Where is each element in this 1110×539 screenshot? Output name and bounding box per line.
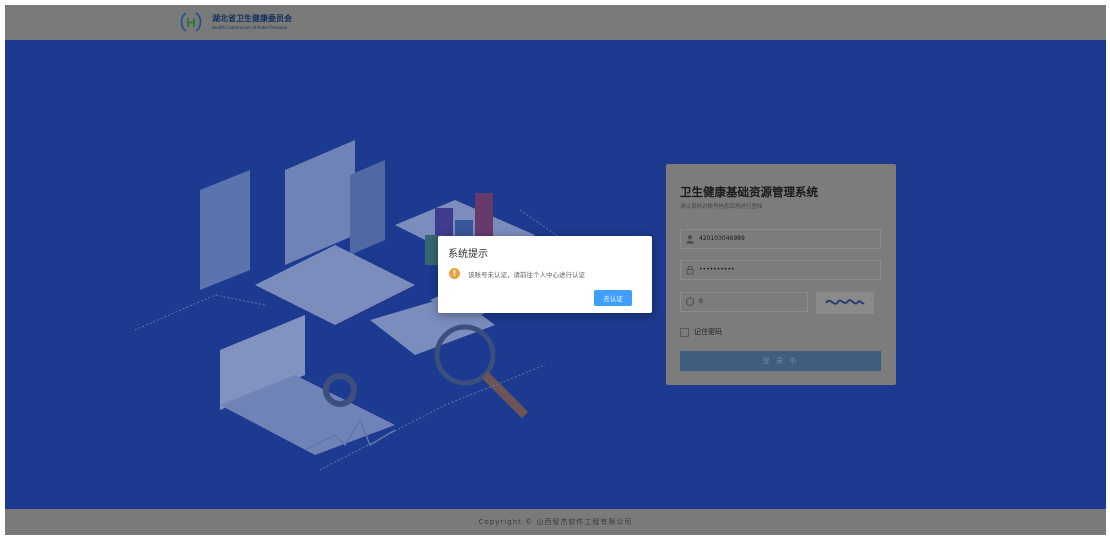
- login-subtitle: 请认真核对账号信息后再进行登陆: [680, 204, 763, 210]
- remember-password[interactable]: 记住密码: [680, 327, 722, 337]
- login-card: 卫生健康基础资源管理系统 请认真核对账号信息后再进行登陆 42010304698…: [666, 164, 896, 385]
- logo-chinese-name: 湖北省卫生健康委员会: [212, 14, 292, 23]
- username-field[interactable]: 420103046989: [680, 229, 881, 249]
- logo-emblem-icon: [180, 12, 202, 32]
- captcha-field[interactable]: 0: [680, 292, 808, 312]
- login-button[interactable]: 登 录 中: [680, 351, 881, 371]
- captcha-image[interactable]: [816, 292, 874, 314]
- shield-icon: [686, 297, 694, 307]
- remember-label: 记住密码: [694, 328, 722, 336]
- copyright-text: Copyright © 山西智杰软件工程有限公司: [478, 518, 633, 526]
- go-verify-button[interactable]: 去认证: [594, 290, 632, 306]
- warning-icon: !: [449, 268, 460, 279]
- password-value: ••••••••••: [699, 266, 735, 273]
- password-field[interactable]: ••••••••••: [680, 260, 881, 280]
- logo-english-name: Health Commission of Hubei Province: [212, 25, 288, 30]
- header-bar: 湖北省卫生健康委员会 Health Commission of Hubei Pr…: [5, 5, 1106, 40]
- captcha-value: 0: [699, 298, 703, 305]
- username-value: 420103046989: [699, 235, 745, 242]
- remember-checkbox[interactable]: [680, 327, 689, 337]
- login-title: 卫生健康基础资源管理系统: [680, 185, 818, 199]
- lock-icon: [686, 266, 694, 275]
- dialog-title: 系统提示: [448, 249, 488, 260]
- system-prompt-dialog: 系统提示 ! 该账号未认证，请前往个人中心进行认证 去认证: [438, 236, 652, 313]
- user-icon: [686, 235, 694, 244]
- dialog-message: 该账号未认证，请前往个人中心进行认证: [468, 271, 585, 279]
- footer-bar: Copyright © 山西智杰软件工程有限公司: [5, 509, 1106, 535]
